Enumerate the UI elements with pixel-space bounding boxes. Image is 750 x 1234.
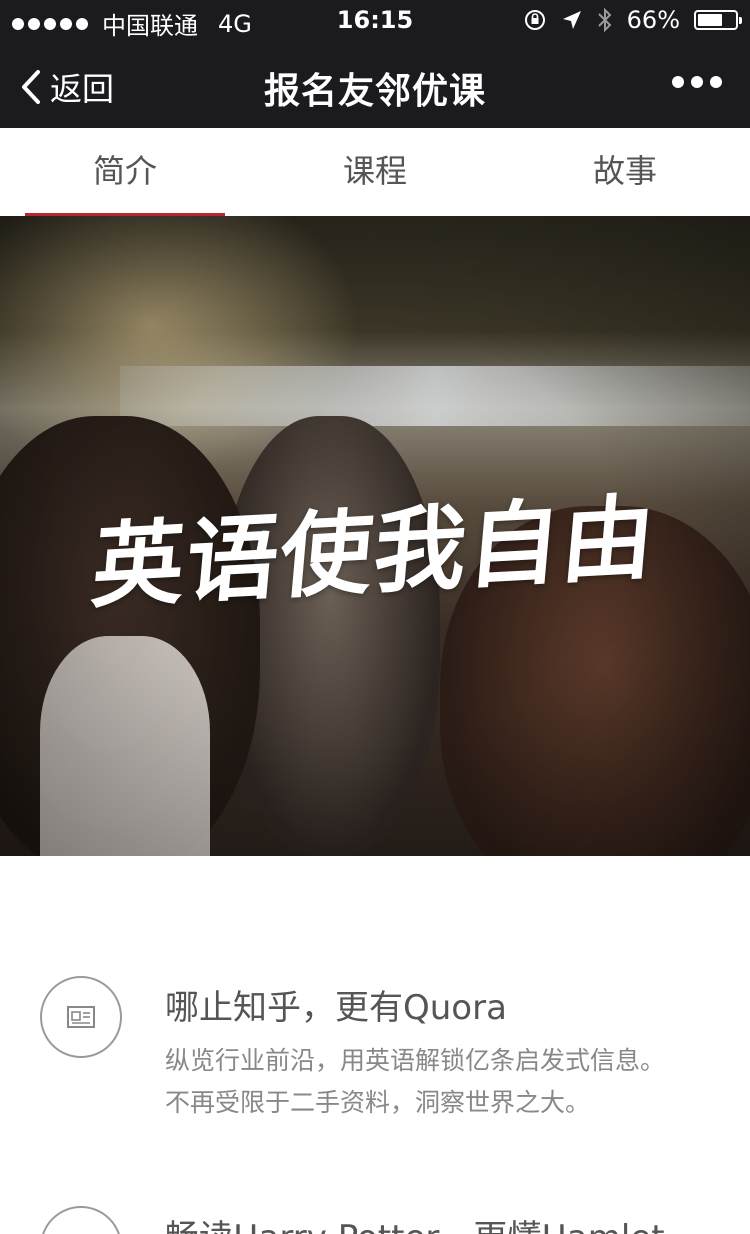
feature-desc-line-2: 不再受限于二手资料，洞察世界之大。 [165,1088,591,1117]
battery-icon [694,10,742,30]
book-icon [40,1206,122,1234]
bluetooth-icon [597,7,612,33]
tab-bar: 简介 课程 故事 [0,128,750,217]
status-right: 66% [523,6,742,34]
more-options-button[interactable] [672,76,722,88]
tab-courses[interactable]: 课程 [250,128,500,216]
location-arrow-icon [562,11,581,29]
feature-title: 畅读Harry Potter，更懂Hamlet [165,1210,665,1234]
tab-stories[interactable]: 故事 [500,128,750,216]
app-root: 中国联通 4G 16:15 66% 返回 报名友邻优课 简介 课程 故事 英语使… [0,0,750,1234]
rotation-lock-icon [524,10,545,30]
page-title: 报名友邻优课 [263,71,486,112]
feature-title: 哪止知乎，更有Quora [165,988,507,1028]
hero-banner-image: 英语使我自由 [0,216,750,856]
navigation-bar: 返回 报名友邻优课 [0,40,750,128]
status-bar: 中国联通 4G 16:15 66% [0,0,750,40]
tab-courses-label: 课程 [342,152,407,190]
more-dots-icon [672,76,684,88]
feature-desc-line-1: 纵览行业前沿，用英语解锁亿条启发式信息。 [165,1046,666,1075]
tab-intro-label: 简介 [92,152,157,190]
battery-percent: 66% [626,6,680,34]
tab-stories-label: 故事 [592,152,657,190]
tab-intro[interactable]: 简介 [0,128,250,217]
newspaper-icon [40,976,122,1058]
